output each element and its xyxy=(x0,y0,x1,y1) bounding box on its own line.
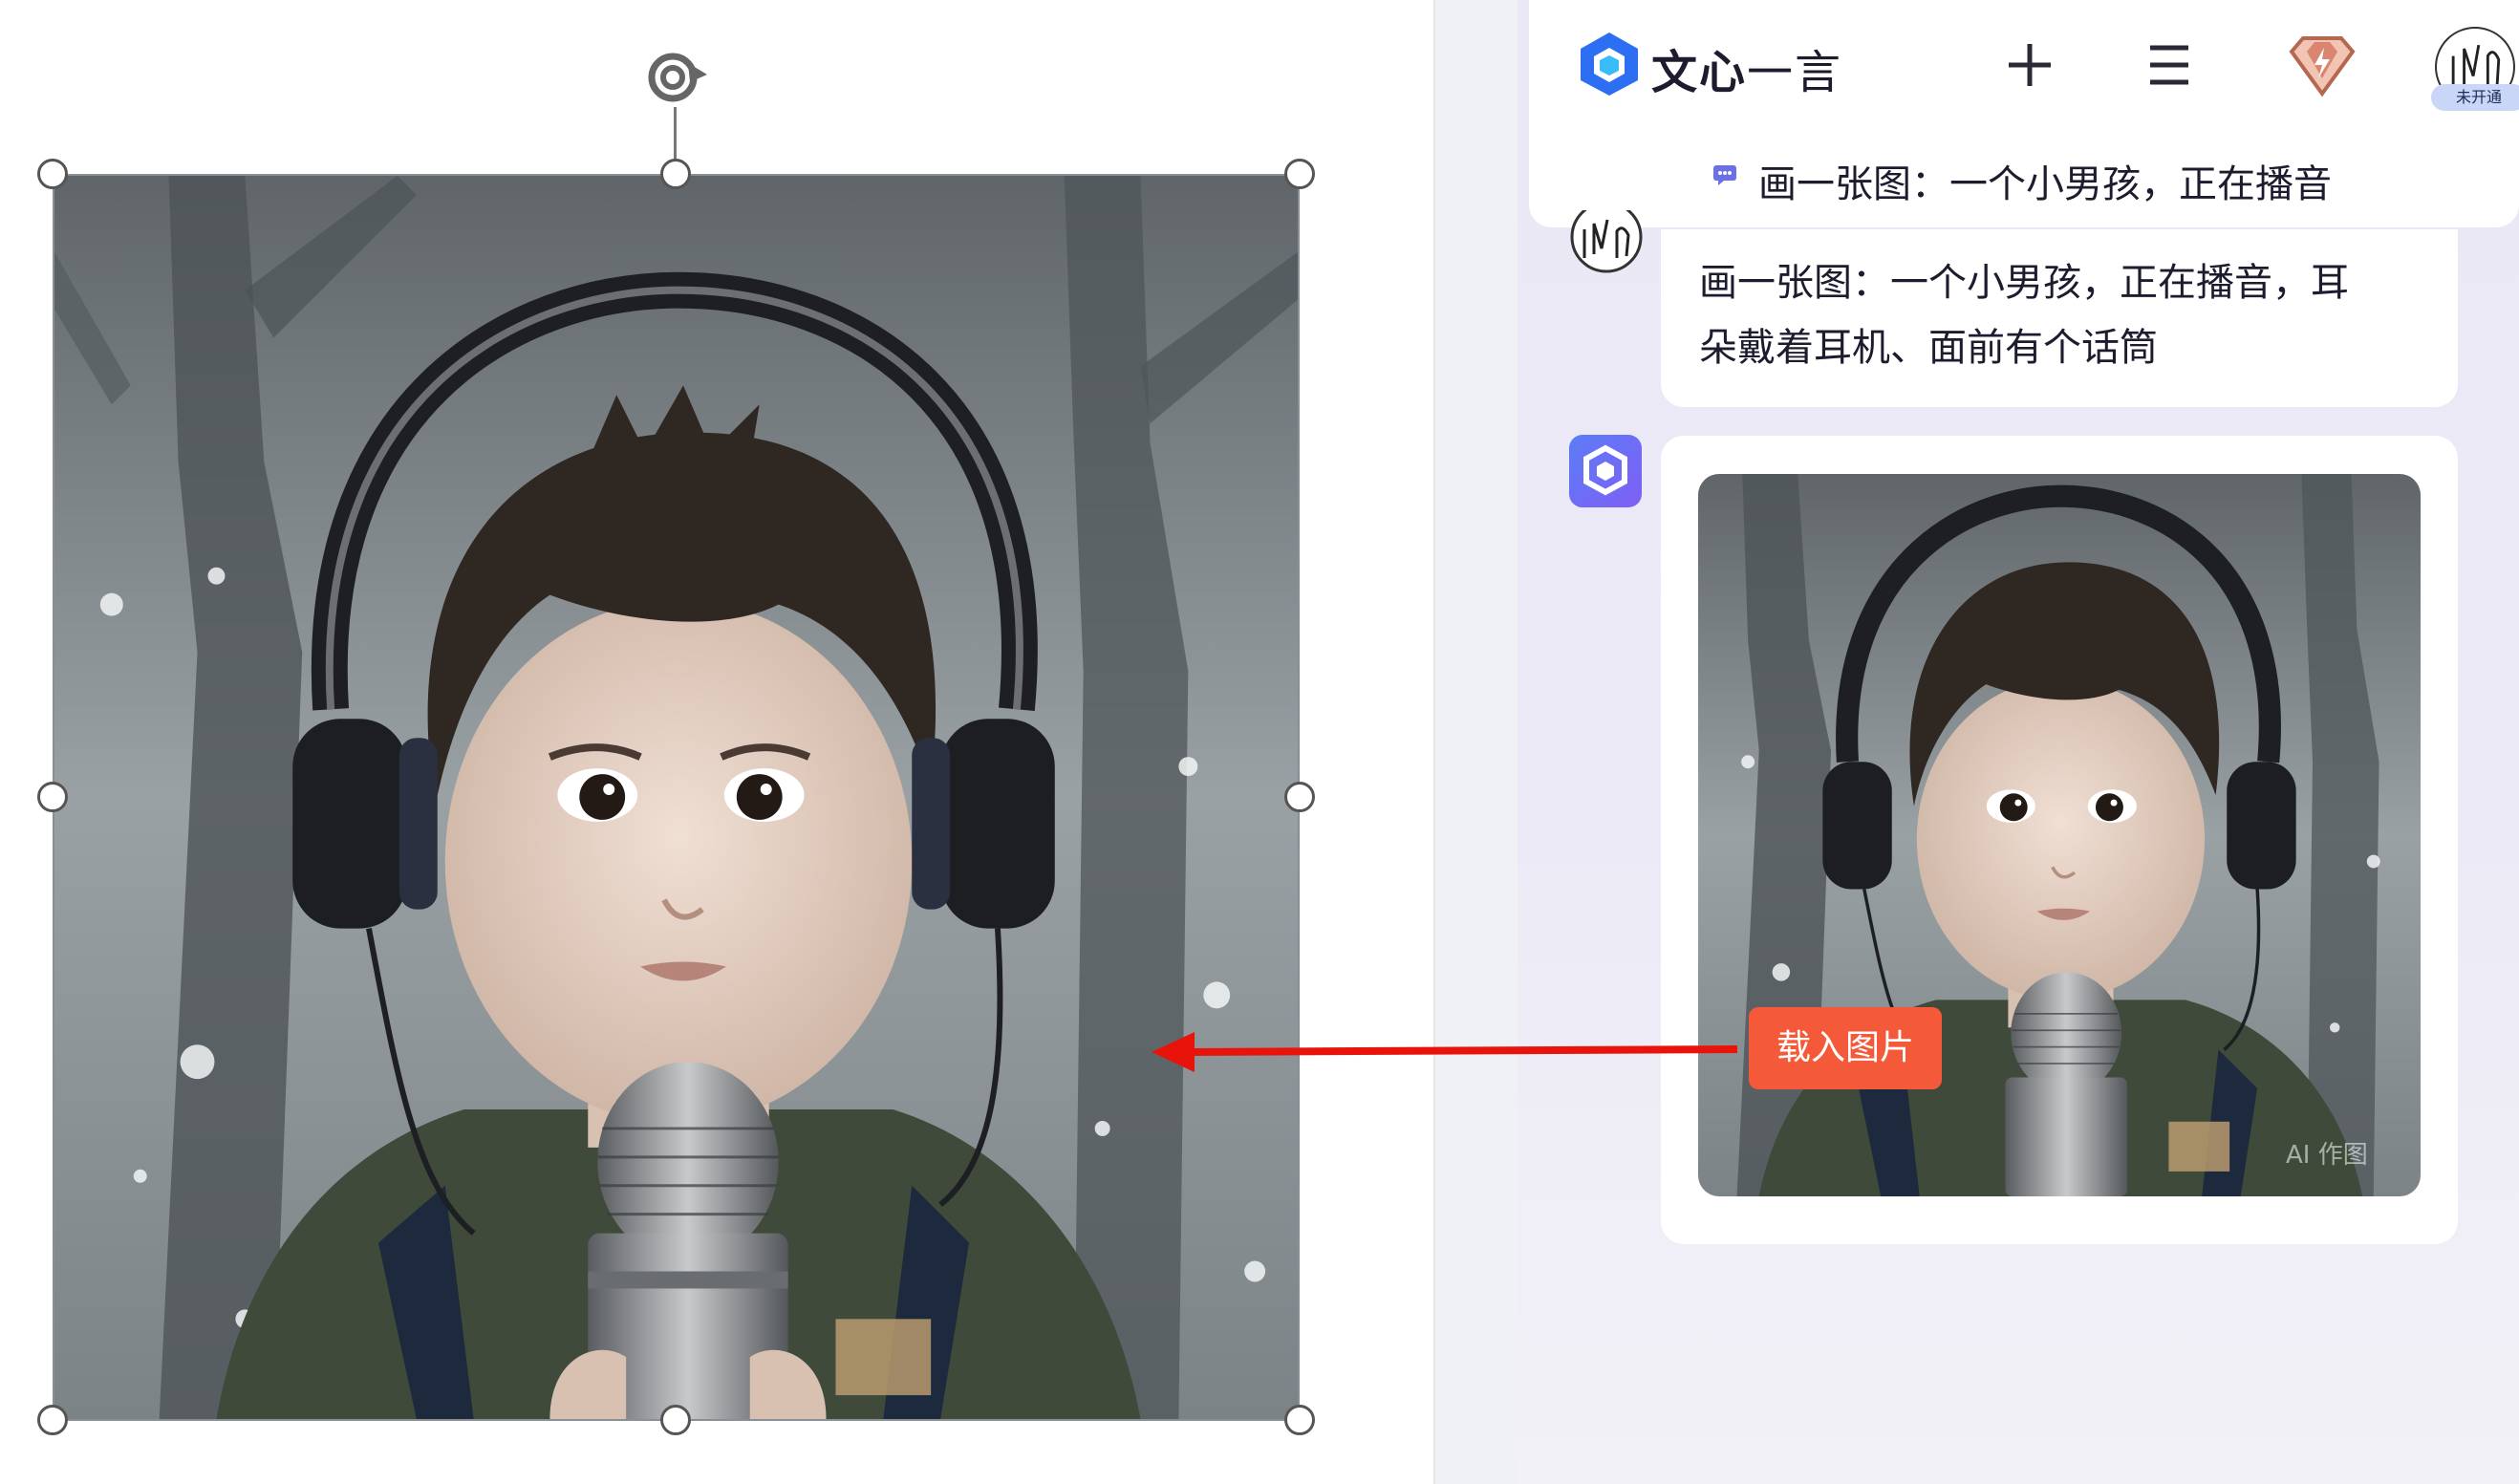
resize-handle-top-left[interactable] xyxy=(37,159,68,189)
user-message-line: 朵戴着耳机、面前有个话筒 xyxy=(1699,326,2158,370)
boy-broadcasting-picture xyxy=(54,176,1298,1419)
user-message: 画一张图：一个小男孩，正在播音，耳 朵戴着耳机、面前有个话筒 xyxy=(1661,229,2458,407)
resize-handle-bottom-right[interactable] xyxy=(1284,1405,1315,1435)
logo-icon xyxy=(1581,32,1638,96)
resize-handle-right[interactable] xyxy=(1284,782,1315,812)
chat-header: 文心一言 未开通 画一张图：一个小男孩，正在播音 xyxy=(1529,0,2519,227)
resize-handle-bottom[interactable] xyxy=(660,1405,691,1435)
resize-handle-bottom-left[interactable] xyxy=(37,1405,68,1435)
chat-bubble-icon xyxy=(1713,165,1736,185)
ai-watermark: AI 作图 xyxy=(2286,1141,2368,1170)
editor-scroll-gutter xyxy=(1433,0,1518,1484)
user-message-line: 画一张图：一个小男孩，正在播音，耳 xyxy=(1699,261,2349,305)
brand-name: 文心一言 xyxy=(1651,46,1843,99)
plus-icon[interactable] xyxy=(1999,34,2060,96)
resize-handle-left[interactable] xyxy=(37,782,68,812)
gem-icon[interactable] xyxy=(2286,34,2358,97)
selected-image[interactable] xyxy=(53,174,1300,1421)
assistant-avatar xyxy=(1569,435,1642,507)
resize-handle-top[interactable] xyxy=(660,159,691,189)
menu-icon[interactable] xyxy=(2139,34,2200,96)
user-avatar xyxy=(1569,210,1644,277)
editor-canvas xyxy=(0,0,1433,1484)
load-image-button[interactable]: 载入图片 xyxy=(1749,1007,1942,1089)
conversation-title: 画一张图：一个小男孩，正在播音 xyxy=(1758,162,2332,206)
rotate-icon[interactable] xyxy=(640,46,709,109)
status-badge: 未开通 xyxy=(2431,84,2519,111)
resize-handle-top-right[interactable] xyxy=(1284,159,1315,189)
